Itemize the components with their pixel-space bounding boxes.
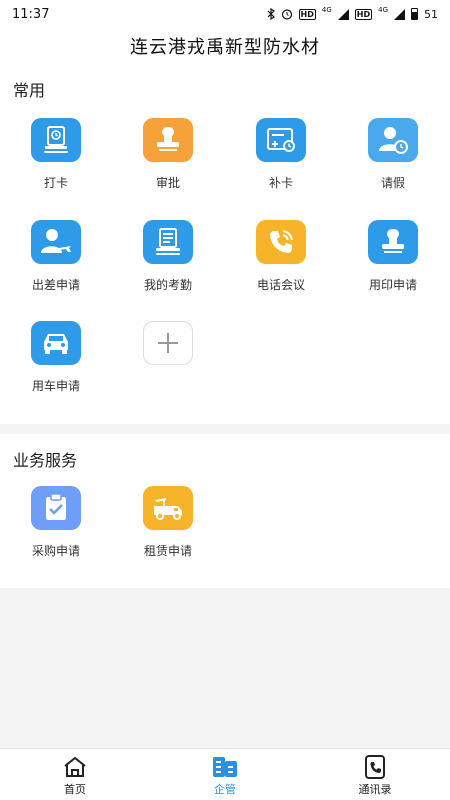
car-icon (31, 321, 81, 365)
nav-home[interactable]: 首页 (0, 749, 150, 800)
signal-icon-1 (337, 8, 349, 20)
grid-item-my-attendance[interactable]: 我的考勤 (112, 220, 224, 293)
stamp-approval-icon (143, 118, 193, 162)
person-clock-icon (368, 118, 418, 162)
seal-icon (368, 220, 418, 264)
card-add-icon (256, 118, 306, 162)
phone-call-icon (256, 220, 306, 264)
nav-label: 通讯录 (358, 782, 392, 796)
app-header: 连云港戎禹新型防水材 (0, 28, 450, 64)
battery-icon (411, 8, 418, 20)
plus-icon (143, 321, 193, 365)
grid-item-label: 我的考勤 (143, 278, 192, 292)
status-icons: HD 4G HD 4G 51 (267, 6, 438, 21)
phone-book-icon (365, 754, 385, 779)
grid-item-label: 打卡 (43, 176, 68, 190)
hd-badge-1: HD (298, 8, 316, 20)
grid-item-car-request[interactable]: 用车申请 (0, 321, 112, 394)
network-label-2: 4G (378, 6, 388, 14)
grid-item-lease-request[interactable]: 租赁申请 (112, 486, 224, 559)
alarm-icon (281, 9, 292, 20)
grid-item-clock-in[interactable]: 打卡 (0, 118, 112, 191)
section-business: 业务服务 采购申请 租赁申请 (0, 434, 450, 588)
person-plane-icon (31, 220, 81, 264)
status-time: 11:37 (12, 6, 50, 22)
grid-item-card-supplement[interactable]: 补卡 (225, 118, 337, 191)
add-shortcut-button[interactable] (112, 321, 224, 365)
battery-level: 51 (424, 7, 438, 21)
status-bar: 11:37 HD 4G HD 4G 51 (0, 0, 450, 28)
grid-item-label: 采购申请 (31, 544, 80, 558)
section-title-business: 业务服务 (13, 451, 78, 470)
bluetooth-icon (267, 8, 275, 20)
nav-contacts[interactable]: 通讯录 (300, 749, 450, 800)
clipboard-check-icon (31, 486, 81, 530)
grid-item-purchase-request[interactable]: 采购申请 (0, 486, 112, 559)
grid-item-conference-call[interactable]: 电话会议 (225, 220, 337, 293)
bottom-nav: 首页 企管 通讯录 (0, 748, 450, 800)
grid-item-label: 电话会议 (256, 278, 305, 292)
crane-truck-icon (143, 486, 193, 530)
hd-badge-2: HD (354, 8, 373, 20)
grid-item-business-trip[interactable]: 出差申请 (0, 220, 112, 293)
clock-in-icon (31, 118, 81, 162)
nav-company[interactable]: 企管 (150, 749, 300, 800)
grid-item-approval[interactable]: 审批 (112, 118, 224, 191)
page-title: 连云港戎禹新型防水材 (130, 37, 320, 58)
grid-item-label: 请假 (380, 176, 405, 190)
grid-item-seal-request[interactable]: 用印申请 (337, 220, 449, 293)
grid-item-label: 租赁申请 (143, 544, 192, 558)
nav-label: 企管 (214, 782, 236, 796)
attendance-icon (143, 220, 193, 264)
signal-icon-2 (394, 8, 405, 20)
grid-item-label: 出差申请 (31, 278, 80, 292)
section-title-common: 常用 (13, 81, 46, 100)
home-icon (64, 756, 86, 777)
section-common: 常用 打卡 审批 补卡 请假 出差申请 我的考勤 电话会议 用印申请 用车申请 (0, 64, 450, 424)
grid-item-label: 补卡 (268, 176, 293, 190)
network-label-1: 4G (321, 6, 332, 14)
grid-item-label: 审批 (155, 176, 180, 190)
grid-item-label: 用车申请 (31, 379, 80, 393)
company-icon (213, 756, 237, 777)
nav-label: 首页 (64, 782, 86, 796)
grid-item-leave[interactable]: 请假 (337, 118, 449, 191)
grid-item-label: 用印申请 (368, 278, 417, 292)
